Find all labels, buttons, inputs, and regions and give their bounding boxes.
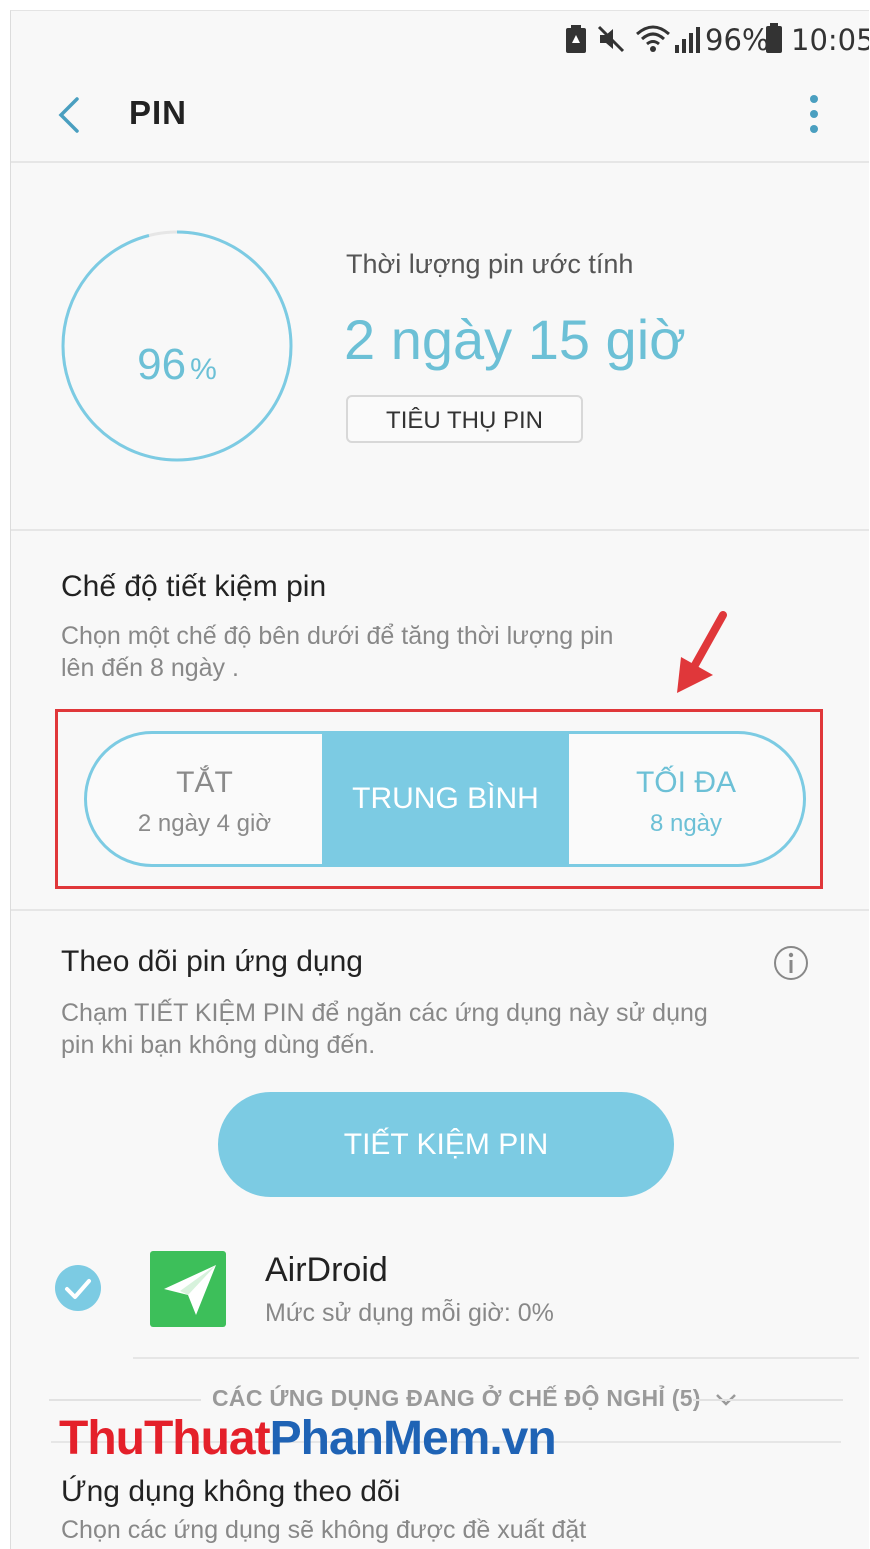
wifi-icon [636, 25, 670, 52]
estimate-value: 2 ngày 15 giờ [344, 308, 686, 371]
mode-option-off[interactable]: TẮT 2 ngày 4 giờ [87, 734, 322, 864]
paper-plane-icon [164, 1265, 216, 1315]
mode-option-label: TRUNG BÌNH [352, 782, 539, 815]
mode-option-label: TẮT [176, 766, 233, 799]
watermark: ThuThuatPhanMem.vn [59, 1411, 557, 1466]
status-bar: 96% 10:05 [11, 11, 869, 67]
divider [49, 1399, 201, 1401]
app-monitor-description-line2: pin khi bạn không dùng đến. [61, 1031, 376, 1059]
info-icon[interactable] [773, 945, 809, 981]
app-checkbox[interactable] [55, 1265, 101, 1311]
airdroid-app-icon [150, 1251, 226, 1327]
app-monitor-title: Theo dõi pin ứng dụng [61, 945, 363, 978]
save-battery-button[interactable]: TIẾT KIỆM PIN [218, 1092, 674, 1197]
mode-option-label: TỐI ĐA [635, 766, 736, 799]
page-title: PIN [129, 94, 188, 131]
watermark-part2: PhanMem.vn [269, 1412, 557, 1465]
battery-settings-screen: 96% 10:05 PIN 96% Thời lượng pin ước tín… [10, 10, 869, 1549]
red-arrow-annotation [677, 611, 727, 693]
watermark-part1: ThuThuat [59, 1412, 271, 1465]
battery-percent-unit: % [190, 353, 217, 386]
mute-icon [597, 25, 625, 53]
battery-usage-button[interactable]: TIÊU THỤ PIN [346, 395, 583, 443]
app-name: AirDroid [265, 1251, 388, 1289]
battery-percent-value: 96 [137, 340, 187, 389]
mode-option-medium[interactable]: TRUNG BÌNH [322, 734, 569, 864]
clock-text: 10:05 [791, 23, 869, 57]
power-saving-description-line2: lên đến 8 ngày . [61, 654, 239, 682]
sleeping-apps-toggle[interactable]: CÁC ỨNG DỤNG ĐANG Ở CHẾ ĐỘ NGHỈ (5) [212, 1385, 737, 1412]
battery-level-ring: 96% [59, 228, 295, 469]
battery-icon [766, 23, 782, 53]
mode-option-sublabel: 2 ngày 4 giờ [137, 810, 272, 837]
power-saving-description-line1: Chọn một chế độ bên dưới để tăng thời lư… [61, 622, 614, 650]
mode-option-sublabel: 8 ngày [649, 810, 723, 837]
battery-percent-text: 96% [705, 23, 770, 57]
mode-option-max[interactable]: TỐI ĐA 8 ngày [569, 734, 803, 864]
power-mode-selector[interactable]: TẮT 2 ngày 4 giờ TRUNG BÌNH TỐI ĐA 8 ngà… [84, 731, 806, 867]
more-vert-icon[interactable] [807, 93, 821, 135]
divider [11, 161, 869, 163]
checkmark-icon [65, 1279, 91, 1299]
app-usage: Mức sử dụng mỗi giờ: 0% [265, 1299, 554, 1327]
divider [11, 529, 869, 531]
app-monitor-description-line1: Chạm TIẾT KIỆM PIN để ngăn các ứng dụng … [61, 999, 708, 1027]
signal-icon [675, 27, 700, 53]
power-saving-title: Chế độ tiết kiệm pin [61, 570, 327, 603]
divider [693, 1399, 843, 1401]
untracked-apps-title: Ứng dụng không theo dõi [61, 1475, 401, 1508]
untracked-apps-description: Chọn các ứng dụng sẽ không được đề xuất … [61, 1516, 587, 1544]
divider [133, 1357, 859, 1359]
divider [11, 909, 869, 911]
sleeping-apps-label: CÁC ỨNG DỤNG ĐANG Ở CHẾ ĐỘ NGHỈ (5) [212, 1385, 701, 1411]
chevron-left-icon[interactable] [55, 95, 83, 135]
battery-saver-icon [566, 25, 586, 53]
estimate-label: Thời lượng pin ước tính [346, 249, 634, 279]
battery-percent-display: 96% [59, 340, 295, 390]
